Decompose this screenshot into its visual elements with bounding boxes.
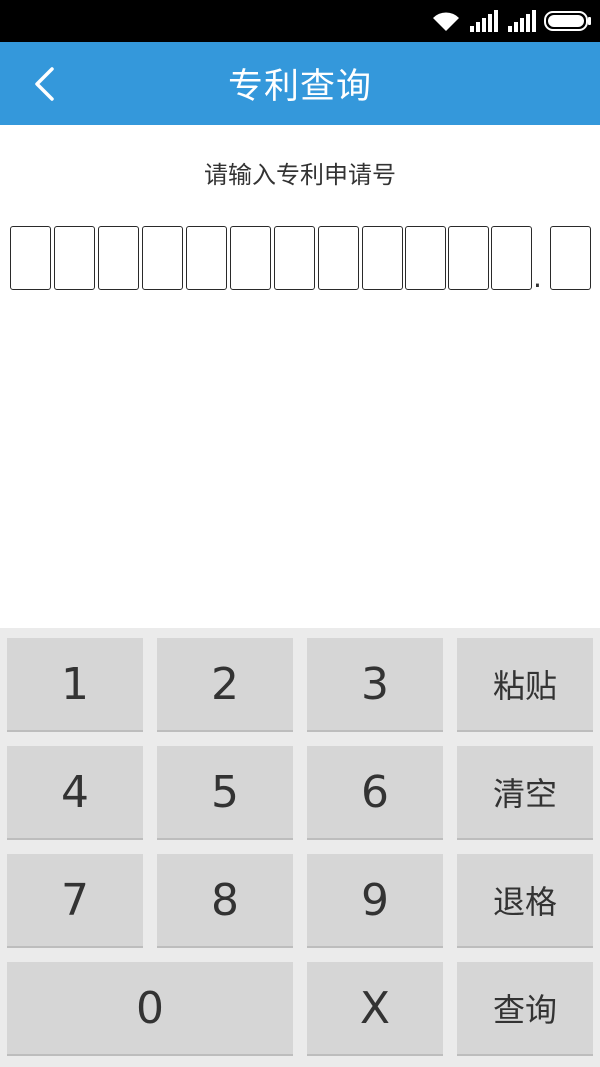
status-bar (0, 0, 600, 42)
app-root: 专利查询 请输入专利申请号 . 1 2 3 粘贴 4 5 6 清空 7 8 9 … (0, 0, 600, 1067)
key-0[interactable]: 0 (7, 962, 293, 1056)
digit-box[interactable] (274, 226, 315, 290)
digit-box[interactable] (54, 226, 95, 290)
digit-box[interactable] (318, 226, 359, 290)
paste-button[interactable]: 粘贴 (457, 638, 593, 732)
title-bar: 专利查询 (0, 42, 600, 125)
signal-icon (508, 10, 536, 32)
key-3[interactable]: 3 (307, 638, 443, 732)
back-button[interactable] (14, 54, 74, 114)
key-6[interactable]: 6 (307, 746, 443, 840)
search-button[interactable]: 查询 (457, 962, 593, 1056)
digit-box[interactable] (98, 226, 139, 290)
decimal-separator: . (533, 261, 542, 294)
chevron-left-icon (35, 67, 54, 101)
digit-box[interactable] (186, 226, 227, 290)
digit-box[interactable] (491, 226, 532, 290)
digit-box[interactable] (405, 226, 446, 290)
battery-icon (544, 11, 591, 31)
key-x[interactable]: X (307, 962, 443, 1056)
key-1[interactable]: 1 (7, 638, 143, 732)
digit-box[interactable] (448, 226, 489, 290)
clear-button[interactable]: 清空 (457, 746, 593, 840)
key-2[interactable]: 2 (157, 638, 293, 732)
digit-box[interactable] (142, 226, 183, 290)
input-prompt: 请输入专利申请号 (204, 161, 396, 189)
backspace-button[interactable]: 退格 (457, 854, 593, 948)
digit-box[interactable] (10, 226, 51, 290)
key-8[interactable]: 8 (157, 854, 293, 948)
key-4[interactable]: 4 (7, 746, 143, 840)
signal-icon (470, 10, 498, 32)
wifi-icon (433, 12, 459, 32)
key-9[interactable]: 9 (307, 854, 443, 948)
patent-number-input[interactable]: . (0, 226, 600, 294)
numeric-keypad: 1 2 3 粘贴 4 5 6 清空 7 8 9 退格 0 X 查询 (0, 628, 600, 1067)
digit-box[interactable] (230, 226, 271, 290)
page-title: 专利查询 (227, 67, 372, 107)
key-5[interactable]: 5 (157, 746, 293, 840)
digit-box-check[interactable] (550, 226, 591, 290)
key-7[interactable]: 7 (7, 854, 143, 948)
digit-box[interactable] (362, 226, 403, 290)
